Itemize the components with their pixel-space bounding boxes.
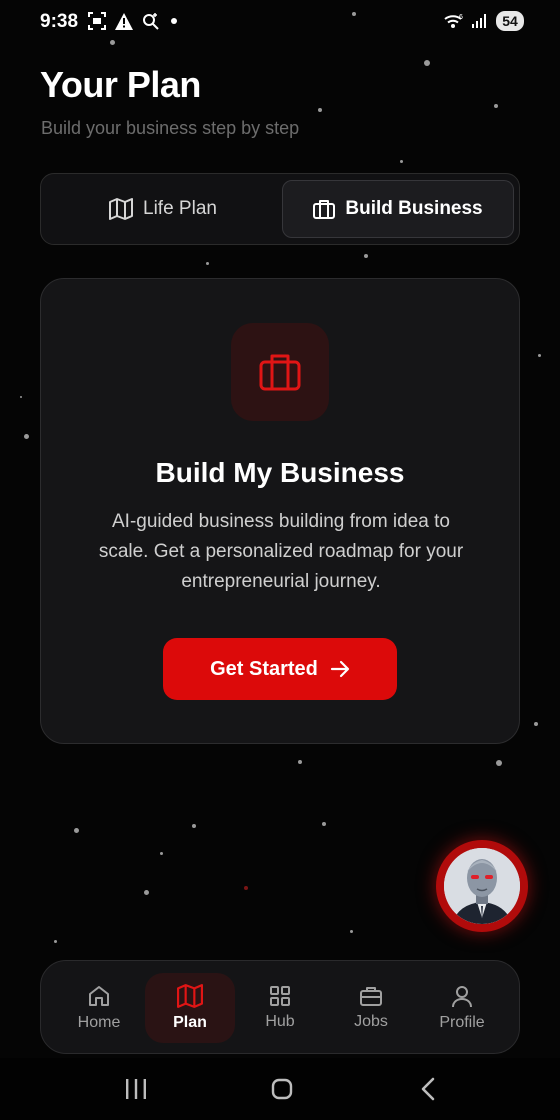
user-icon — [452, 986, 472, 1008]
nav-item-jobs[interactable]: Jobs — [326, 973, 416, 1043]
system-home-button[interactable] — [252, 1072, 312, 1106]
plan-type-tabs: Life Plan Build Business — [40, 173, 520, 245]
system-nav-bar — [0, 1058, 560, 1120]
get-started-button[interactable]: Get Started — [163, 638, 397, 700]
system-home-icon — [271, 1078, 293, 1100]
battery-indicator: 54 — [496, 11, 524, 31]
recent-apps-icon — [126, 1079, 146, 1099]
nav-item-plan[interactable]: Plan — [145, 973, 235, 1043]
tab-life-plan-label: Life Plan — [143, 198, 217, 219]
nav-jobs-label: Jobs — [354, 1013, 388, 1030]
tab-build-business-label: Build Business — [345, 198, 483, 219]
recent-apps-button[interactable] — [106, 1072, 166, 1106]
ai-assistant-avatar — [444, 848, 520, 924]
screenshot-icon — [88, 12, 106, 30]
tab-life-plan[interactable]: Life Plan — [47, 180, 279, 238]
page-title: Your Plan — [40, 64, 201, 105]
nav-plan-label: Plan — [173, 1014, 207, 1031]
back-chevron-icon — [421, 1077, 435, 1101]
status-system-icons: 6 54 — [444, 11, 524, 31]
arrow-right-icon — [330, 660, 350, 678]
status-notification-icons — [88, 12, 177, 30]
wifi-icon: 6 — [444, 14, 463, 28]
map-icon — [177, 984, 203, 1008]
map-icon — [109, 198, 134, 220]
bottom-nav: Home Plan Hub Jobs Profile — [40, 960, 520, 1054]
warning-icon — [115, 12, 133, 30]
status-bar: 9:38 6 54 — [0, 0, 560, 46]
briefcase-icon — [313, 200, 336, 219]
nav-item-hub[interactable]: Hub — [235, 973, 325, 1043]
nav-item-profile[interactable]: Profile — [417, 973, 507, 1043]
page-subtitle: Build your business step by step — [41, 118, 300, 138]
status-time: 9:38 — [40, 11, 79, 32]
nav-profile-label: Profile — [439, 1014, 485, 1031]
system-back-button[interactable] — [398, 1072, 458, 1106]
nav-item-home[interactable]: Home — [54, 973, 144, 1043]
search-sparkle-icon — [143, 13, 159, 30]
grid-icon — [270, 986, 290, 1006]
signal-icon — [472, 14, 486, 28]
card-title: Build My Business — [155, 457, 405, 488]
card-description: AI-guided business building from idea to… — [98, 511, 464, 592]
nav-hub-label: Hub — [265, 1013, 295, 1030]
nav-home-label: Home — [77, 1014, 121, 1031]
briefcase-icon — [360, 987, 382, 1006]
tab-build-business[interactable]: Build Business — [282, 180, 514, 238]
build-business-card: Build My Business AI-guided business bui… — [40, 278, 520, 744]
notification-dot-icon — [171, 18, 177, 24]
get-started-label: Get Started — [210, 657, 318, 680]
svg-text:6: 6 — [459, 14, 463, 21]
card-icon-container — [231, 323, 329, 421]
ai-assistant-avatar-button[interactable] — [436, 840, 528, 932]
home-icon — [89, 986, 109, 1006]
briefcase-icon — [259, 354, 301, 391]
